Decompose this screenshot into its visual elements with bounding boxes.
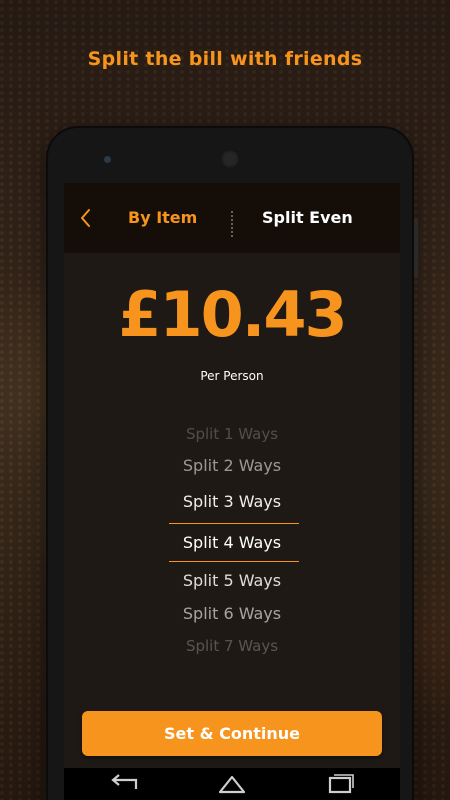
picker-option[interactable]: Split 6 Ways (64, 604, 400, 623)
set-continue-button[interactable]: Set & Continue (82, 711, 382, 756)
phone-side-button (414, 218, 418, 278)
picker-option[interactable]: Split 7 Ways (64, 637, 400, 655)
picker-option[interactable]: Split 3 Ways (64, 492, 400, 511)
nav-home-icon (218, 775, 246, 794)
tab-split-even[interactable]: Split Even (262, 205, 353, 231)
back-button[interactable] (74, 205, 98, 231)
tab-divider (231, 211, 235, 237)
nav-recent-icon (328, 774, 354, 794)
picker-option-selected[interactable]: Split 4 Ways (64, 533, 400, 552)
android-nav-bar (64, 768, 400, 800)
picker-selection-line-top (169, 523, 299, 524)
front-camera (104, 156, 111, 163)
app-screen: By Item Split Even £10.43 Per Person Spl… (64, 183, 400, 800)
split-even-panel: £10.43 Per Person Split 1 Ways Split 2 W… (64, 253, 400, 800)
picker-option[interactable]: Split 5 Ways (64, 571, 400, 590)
nav-recent-button[interactable] (320, 772, 360, 796)
nav-home-button[interactable] (212, 772, 252, 796)
picker-option[interactable]: Split 1 Ways (64, 425, 400, 443)
phone-speaker (220, 149, 240, 169)
per-person-amount: £10.43 (118, 278, 347, 351)
promo-headline: Split the bill with friends (87, 48, 363, 70)
tab-by-item[interactable]: By Item (128, 205, 197, 231)
nav-back-icon (111, 774, 138, 789)
nav-back-button[interactable] (104, 772, 144, 796)
app-bar: By Item Split Even (64, 183, 400, 253)
picker-option[interactable]: Split 2 Ways (64, 456, 400, 475)
picker-selection-line-bottom (169, 561, 299, 562)
chevron-left-icon (81, 209, 90, 227)
per-person-caption: Per Person (200, 369, 264, 383)
